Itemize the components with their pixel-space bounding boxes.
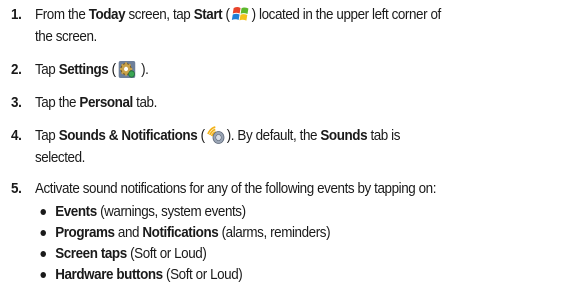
item-text: (Soft or Loud) [162, 267, 243, 283]
step-text: ( [197, 128, 205, 144]
sounds-speaker-icon [206, 125, 226, 145]
step-text: Tap [34, 128, 59, 144]
step-text: screen, tap [125, 7, 194, 23]
hardware-buttons-label: Hardware buttons [55, 267, 163, 283]
today-label: Today [88, 7, 126, 23]
step-number: 2. [11, 62, 22, 78]
item-text: (Soft or Loud) [126, 246, 207, 262]
list-item: Programs and Notifications (alarms, remi… [0, 223, 586, 244]
programs-label: Programs [55, 225, 115, 241]
start-label: Start [193, 7, 223, 23]
windows-start-icon [231, 4, 251, 24]
step-text: ( [222, 7, 230, 23]
bullet-icon [40, 251, 46, 257]
settings-label: Settings [58, 62, 109, 78]
step-text: From the [34, 7, 89, 23]
step-5: 5. Activate sound notifications for any … [0, 178, 586, 200]
bullet-icon [40, 209, 46, 215]
instruction-steps: 1. From the Today screen, tap Start ( ) … [0, 0, 586, 286]
document-page: 1. From the Today screen, tap Start ( ) … [0, 0, 586, 303]
item-text: and [114, 225, 143, 241]
step-number: 5. [11, 181, 22, 197]
notification-options-list: Events (warnings, system events) Program… [0, 202, 586, 286]
screen-taps-label: Screen taps [55, 246, 127, 262]
step-text: ). By default, the [226, 128, 321, 144]
step-number: 3. [11, 95, 22, 111]
personal-label: Personal [79, 95, 133, 111]
step-text: tab. [132, 95, 157, 111]
events-label: Events [55, 204, 97, 220]
step-2: 2. Tap Settings ( ). [0, 59, 586, 81]
bullet-icon [40, 230, 46, 236]
step-3: 3. Tap the Personal tab. [0, 92, 586, 114]
step-text: ) located in the upper left corner of [251, 7, 442, 23]
notifications-label: Notifications [142, 225, 219, 241]
item-text: (warnings, system events) [96, 204, 246, 220]
item-text: (alarms, reminders) [218, 225, 331, 241]
list-item: Events (warnings, system events) [0, 202, 586, 223]
sounds-notifications-label: Sounds & Notifications [58, 128, 198, 144]
step-text-line2: the screen. [34, 29, 97, 45]
step-number: 1. [11, 7, 22, 23]
step-text: Tap the [34, 95, 80, 111]
step-text: Activate sound notifications for any of … [34, 181, 437, 197]
step-text-line2: selected. [34, 150, 85, 166]
step-4: 4. Tap Sounds & Notifications ( ). By de… [0, 125, 586, 169]
step-number: 4. [11, 128, 22, 144]
list-item: Screen taps (Soft or Loud) [0, 244, 586, 265]
step-text: ( [108, 62, 116, 78]
step-text: ). [137, 62, 149, 78]
list-item: Hardware buttons (Soft or Loud) [0, 265, 586, 286]
sounds-tab-label: Sounds [320, 128, 368, 144]
step-text: Tap [34, 62, 59, 78]
settings-gear-icon [117, 59, 137, 79]
step-1: 1. From the Today screen, tap Start ( ) … [0, 4, 586, 48]
step-text: tab is [367, 128, 401, 144]
bullet-icon [40, 272, 46, 278]
